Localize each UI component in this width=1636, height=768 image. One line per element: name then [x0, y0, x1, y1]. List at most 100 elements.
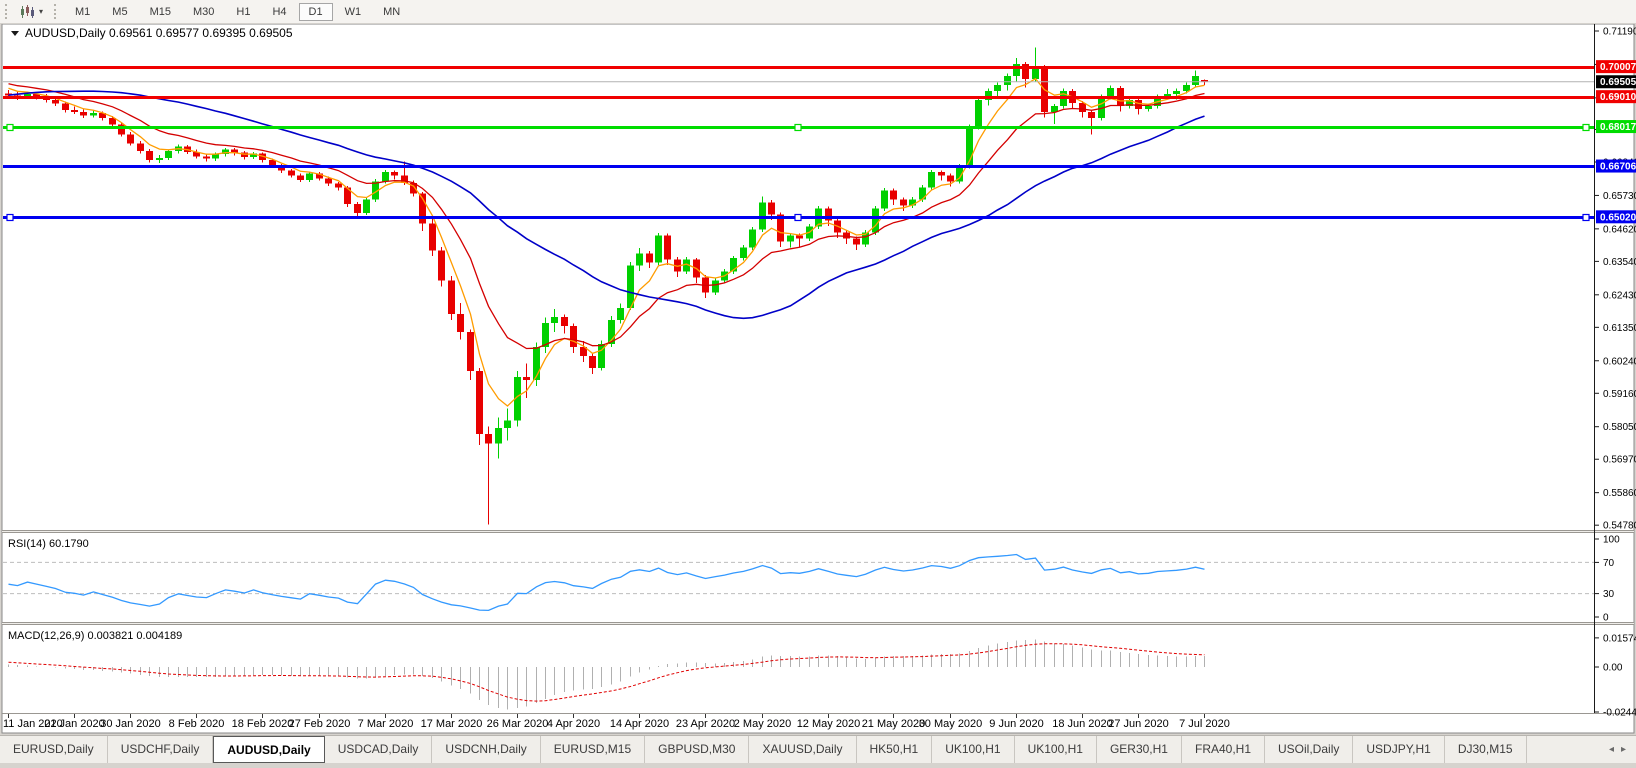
- line-drag-handle[interactable]: [795, 215, 801, 221]
- tab-usdcad-daily[interactable]: USDCAD,Daily: [325, 736, 433, 763]
- price-badge-label: 0.68017: [1600, 122, 1636, 133]
- bull-candle: [363, 199, 370, 213]
- bear-candle: [768, 202, 775, 214]
- bear-candle: [288, 171, 295, 176]
- bull-candle: [881, 190, 888, 208]
- bear-candle: [589, 356, 596, 368]
- price-tick-label: 0.59160: [1603, 389, 1636, 400]
- bear-candle: [570, 326, 577, 347]
- date-tick-label: 2 May 2020: [734, 718, 791, 730]
- bull-candle: [636, 254, 643, 266]
- chart-window[interactable]: [2, 24, 1634, 733]
- tab-dj30-m15[interactable]: DJ30,M15: [1445, 736, 1527, 763]
- rsi-tick-label: 70: [1603, 558, 1615, 569]
- line-drag-handle[interactable]: [1583, 215, 1589, 221]
- date-tick-label: 8 Feb 2020: [169, 718, 225, 730]
- tab-audusd-daily[interactable]: AUDUSD,Daily: [213, 736, 324, 763]
- tab-uk100-h1[interactable]: UK100,H1: [932, 736, 1014, 763]
- bull-candle: [212, 154, 219, 159]
- price-tick-label: 0.56970: [1603, 455, 1636, 466]
- timeframe-button-w1[interactable]: W1: [335, 3, 372, 21]
- bear-candle: [485, 434, 492, 443]
- timeframe-button-m1[interactable]: M1: [65, 3, 100, 21]
- timeframe-button-h4[interactable]: H4: [262, 3, 296, 21]
- line-drag-handle[interactable]: [795, 125, 801, 131]
- line-drag-handle[interactable]: [7, 215, 13, 221]
- price-tick-label: 0.65730: [1603, 191, 1636, 202]
- tab-scroll-left-icon[interactable]: ◂: [1609, 744, 1614, 755]
- price-tick-label: 0.55860: [1603, 488, 1636, 499]
- bear-candle: [796, 235, 803, 238]
- date-tick-label: 21 Jan 2020: [44, 718, 105, 730]
- timeframe-button-h1[interactable]: H1: [226, 3, 260, 21]
- bull-candle: [495, 428, 502, 443]
- candlestick-chart-icon[interactable]: [19, 5, 35, 19]
- date-tick-label: 4 Apr 2020: [547, 718, 600, 730]
- bull-candle: [382, 172, 389, 181]
- date-tick-label: 14 Apr 2020: [610, 718, 669, 730]
- bear-candle: [843, 232, 850, 238]
- bull-candle: [975, 100, 982, 127]
- tab-xauusd-daily[interactable]: XAUUSD,Daily: [749, 736, 856, 763]
- bear-candle: [1079, 103, 1086, 112]
- toolbar-grip: [5, 4, 10, 19]
- macd-tick-label: 0.00: [1603, 663, 1623, 674]
- line-drag-handle[interactable]: [1583, 125, 1589, 131]
- bull-candle: [1013, 64, 1020, 76]
- bear-candle: [297, 175, 304, 180]
- timeframe-button-m15[interactable]: M15: [140, 3, 181, 21]
- tab-hk50-h1[interactable]: HK50,H1: [857, 736, 933, 763]
- bull-candle: [1192, 76, 1199, 85]
- bull-candle: [156, 158, 163, 160]
- price-tick-label: 0.61350: [1603, 323, 1636, 334]
- date-tick-label: 17 Mar 2020: [421, 718, 483, 730]
- bull-candle: [994, 85, 1001, 91]
- price-badge-label: 0.70007: [1600, 62, 1636, 73]
- tab-gbpusd-m30[interactable]: GBPUSD,M30: [645, 736, 749, 763]
- macd-tick-label: 0.015741: [1603, 633, 1636, 644]
- line-drag-handle[interactable]: [7, 125, 13, 131]
- date-tick-label: 12 May 2020: [797, 718, 861, 730]
- bear-candle: [391, 172, 398, 175]
- bear-candle: [646, 254, 653, 263]
- bull-candle: [551, 317, 558, 323]
- date-tick-label: 23 Apr 2020: [676, 718, 735, 730]
- bear-candle: [938, 172, 945, 175]
- timeframe-button-m5[interactable]: M5: [102, 3, 137, 21]
- tab-fra40-h1[interactable]: FRA40,H1: [1182, 736, 1265, 763]
- bull-candle: [787, 235, 794, 241]
- tab-scroll-right-icon[interactable]: ▸: [1621, 744, 1626, 755]
- bear-candle: [890, 190, 897, 199]
- bull-candle: [928, 172, 935, 187]
- date-tick-label: 26 Mar 2020: [487, 718, 549, 730]
- timeframe-buttons: M1M5M15M30H1H4D1W1MN: [64, 3, 411, 21]
- bear-candle: [62, 103, 69, 110]
- chevron-down-icon[interactable]: ▾: [39, 7, 43, 16]
- tab-eurusd-daily[interactable]: EURUSD,Daily: [0, 736, 108, 763]
- bull-candle: [749, 229, 756, 247]
- bear-candle: [52, 100, 59, 103]
- bull-candle: [1004, 76, 1011, 85]
- price-badge-label: 0.65020: [1600, 212, 1636, 223]
- tab-usdjpy-h1[interactable]: USDJPY,H1: [1353, 736, 1444, 763]
- toolbar-grip: [54, 4, 59, 19]
- chart-canvas[interactable]: 0.711900.700800.689700.679200.668400.657…: [0, 0, 1636, 768]
- tab-usdcnh-daily[interactable]: USDCNH,Daily: [432, 736, 540, 763]
- tab-ger30-h1[interactable]: GER30,H1: [1097, 736, 1182, 763]
- bull-candle: [165, 151, 172, 158]
- tab-usoil-daily[interactable]: USOil,Daily: [1265, 736, 1353, 763]
- timeframe-button-mn[interactable]: MN: [373, 3, 410, 21]
- timeframe-button-d1[interactable]: D1: [299, 3, 333, 21]
- tab-eurusd-m15[interactable]: EURUSD,M15: [541, 736, 645, 763]
- bull-candle: [504, 421, 511, 429]
- tab-uk100-h1[interactable]: UK100,H1: [1015, 736, 1097, 763]
- timeframe-toolbar: ▾ M1M5M15M30H1H4D1W1MN: [0, 0, 1636, 24]
- price-badge-label: 0.66706: [1600, 162, 1636, 173]
- bear-candle: [203, 157, 210, 159]
- bear-candle: [438, 251, 445, 281]
- bear-candle: [457, 314, 464, 332]
- bear-candle: [354, 204, 361, 213]
- tab-usdchf-daily[interactable]: USDCHF,Daily: [108, 736, 214, 763]
- timeframe-button-m30[interactable]: M30: [183, 3, 224, 21]
- rsi-tick-label: 0: [1603, 613, 1609, 624]
